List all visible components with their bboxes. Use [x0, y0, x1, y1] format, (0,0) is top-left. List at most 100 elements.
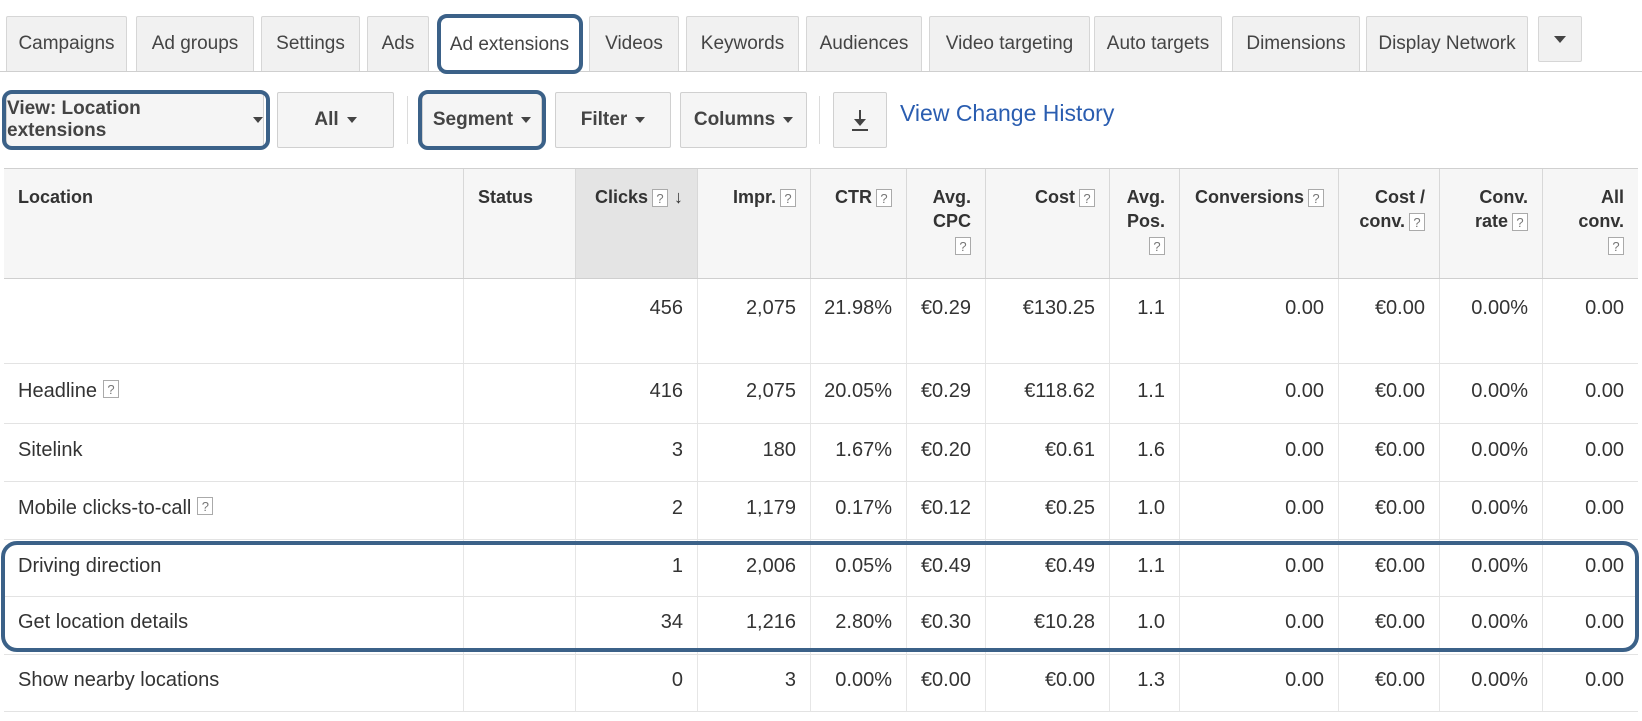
- tab-campaigns[interactable]: Campaigns: [6, 16, 127, 71]
- cell-all-conv: 0.00: [1585, 497, 1624, 519]
- cell-cost-per-conv: €0.00: [1339, 364, 1440, 423]
- column-header-avg-pos[interactable]: Avg. Pos. ?: [1110, 169, 1180, 278]
- filter-dropdown[interactable]: Filter: [555, 92, 671, 148]
- cell-conv-rate: 0.00%: [1440, 424, 1543, 481]
- chevron-down-icon: [1554, 35, 1566, 43]
- help-icon[interactable]: ?: [197, 497, 214, 515]
- help-icon[interactable]: ?: [1608, 237, 1624, 256]
- cell-avg-cpc: €0.29: [907, 279, 986, 363]
- cell-ctr: 21.98%: [811, 279, 907, 363]
- help-icon[interactable]: ?: [1409, 213, 1425, 232]
- chevron-down-icon: [521, 117, 532, 123]
- help-icon[interactable]: ?: [1512, 213, 1528, 232]
- tabs-more-button[interactable]: [1538, 16, 1582, 62]
- cell-status: [464, 364, 576, 423]
- all-dropdown[interactable]: All: [277, 92, 394, 148]
- cell-location: Mobile clicks-to-call?: [4, 482, 464, 539]
- chevron-down-icon: [346, 117, 357, 123]
- cell-impr: 3: [698, 655, 811, 711]
- tab-bar: Campaigns Ad groups Settings Ads Ad exte…: [0, 0, 1642, 72]
- cell-all-conv: 0.00: [1585, 439, 1624, 461]
- tab-bar-divider: [0, 71, 1642, 72]
- cell-impr: 1,216: [698, 597, 811, 654]
- column-header-location[interactable]: Location: [4, 169, 464, 278]
- cell-ctr: 20.05%: [811, 364, 907, 423]
- tab-ad-groups[interactable]: Ad groups: [136, 16, 254, 71]
- download-button[interactable]: [833, 92, 887, 148]
- table-row: Sitelink 3 180 1.67% €0.20 €0.61 1.6 0.0…: [4, 424, 1638, 482]
- cell-conv-rate: 0.00%: [1440, 540, 1543, 596]
- cell-conv-rate: 0.00%: [1440, 279, 1543, 363]
- filter-dropdown-label: Filter: [580, 109, 628, 130]
- cell-ctr: 0.00%: [811, 655, 907, 711]
- cell-avg-cpc: €0.12: [907, 482, 986, 539]
- cell-cost-per-conv: €0.00: [1339, 482, 1440, 539]
- cell-ctr: 1.67%: [811, 424, 907, 481]
- column-header-ctr[interactable]: CTR?: [811, 169, 907, 278]
- column-header-conv-rate[interactable]: Conv. rate?: [1440, 169, 1543, 278]
- column-header-cost[interactable]: Cost?: [986, 169, 1110, 278]
- cell-avg-cpc: €0.49: [907, 540, 986, 596]
- cell-conversions: 0.00: [1180, 655, 1339, 711]
- cell-conversions: 0.00: [1180, 597, 1339, 654]
- cell-cost-per-conv: €0.00: [1339, 655, 1440, 711]
- cell-location: Sitelink: [4, 424, 464, 481]
- column-header-all-conv[interactable]: All conv. ?: [1543, 169, 1638, 278]
- cell-cost: €130.25: [986, 279, 1110, 363]
- help-icon[interactable]: ?: [955, 237, 971, 256]
- cell-all-conv: 0.00: [1585, 380, 1624, 402]
- help-icon[interactable]: ?: [652, 189, 668, 208]
- cell-avg-pos: 1.3: [1110, 655, 1180, 711]
- cell-location: Driving direction: [4, 540, 464, 596]
- segment-dropdown[interactable]: Segment: [422, 92, 542, 148]
- cell-avg-cpc: €0.00: [907, 655, 986, 711]
- cell-avg-cpc: €0.29: [907, 364, 986, 423]
- column-header-avg-cpc[interactable]: Avg. CPC ?: [907, 169, 986, 278]
- tab-settings[interactable]: Settings: [261, 16, 360, 71]
- cell-ctr: 0.17%: [811, 482, 907, 539]
- help-icon[interactable]: ?: [1308, 189, 1324, 208]
- cell-status: [464, 655, 576, 711]
- cell-conversions: 0.00: [1180, 482, 1339, 539]
- cell-cost: €0.49: [986, 540, 1110, 596]
- chevron-down-icon: [783, 117, 794, 123]
- column-header-conversions[interactable]: Conversions?: [1180, 169, 1339, 278]
- column-header-status[interactable]: Status: [464, 169, 576, 278]
- tab-display-network[interactable]: Display Network: [1366, 16, 1528, 71]
- cell-conversions: 0.00: [1180, 279, 1339, 363]
- help-icon[interactable]: ?: [876, 189, 892, 208]
- download-icon: [851, 108, 869, 132]
- cell-cost: €0.00: [986, 655, 1110, 711]
- cell-avg-pos: 1.1: [1110, 364, 1180, 423]
- columns-dropdown[interactable]: Columns: [680, 92, 807, 148]
- tab-keywords[interactable]: Keywords: [686, 16, 799, 71]
- view-change-history-link[interactable]: View Change History: [900, 100, 1114, 127]
- column-header-impr[interactable]: Impr.?: [698, 169, 811, 278]
- tab-dimensions[interactable]: Dimensions: [1232, 16, 1360, 71]
- column-header-cost-per-conv[interactable]: Cost / conv.?: [1339, 169, 1440, 278]
- cell-status: [464, 424, 576, 481]
- cell-impr: 2,075: [698, 364, 811, 423]
- cell-all-conv: 0.00: [1585, 555, 1624, 577]
- cell-cost-per-conv: €0.00: [1339, 597, 1440, 654]
- tab-videos[interactable]: Videos: [589, 16, 679, 71]
- cell-avg-pos: 1.1: [1110, 279, 1180, 363]
- cell-location: [4, 279, 464, 363]
- help-icon[interactable]: ?: [1079, 189, 1095, 208]
- tab-audiences[interactable]: Audiences: [806, 16, 922, 71]
- table-row: Mobile clicks-to-call? 2 1,179 0.17% €0.…: [4, 482, 1638, 540]
- help-icon[interactable]: ?: [780, 189, 796, 208]
- segment-dropdown-label: Segment: [432, 109, 514, 130]
- help-icon[interactable]: ?: [102, 380, 119, 398]
- table-row: Driving direction 1 2,006 0.05% €0.49 €0…: [4, 540, 1638, 597]
- tab-ad-extensions[interactable]: Ad extensions: [439, 16, 580, 72]
- view-dropdown[interactable]: View: Location extensions: [6, 92, 264, 148]
- tab-auto-targets[interactable]: Auto targets: [1094, 16, 1222, 71]
- cell-clicks: 1: [576, 540, 698, 596]
- column-header-clicks[interactable]: Clicks? ↓: [576, 169, 698, 278]
- tab-video-targeting[interactable]: Video targeting: [929, 16, 1090, 71]
- cell-all-conv: 0.00: [1585, 611, 1624, 633]
- cell-status: [464, 482, 576, 539]
- help-icon[interactable]: ?: [1149, 237, 1165, 256]
- tab-ads[interactable]: Ads: [367, 16, 429, 71]
